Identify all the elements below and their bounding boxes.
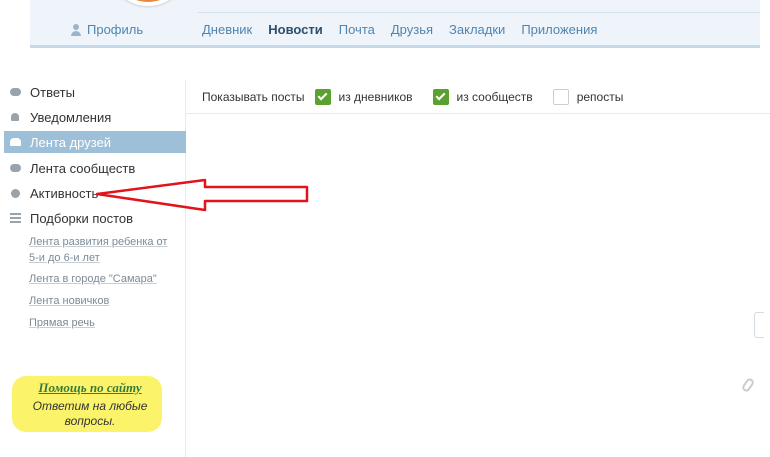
filter-option-label: из сообществ (456, 89, 533, 104)
sublink-newcomers-feed[interactable]: Лента новичков (29, 293, 109, 309)
sidebar-item-post-collections[interactable]: Подборки постов (4, 207, 186, 229)
sidebar-item-label: Лента друзей (30, 134, 112, 150)
list-icon (9, 213, 21, 223)
sidebar-item-answers[interactable]: Ответы (4, 81, 186, 103)
sublink-direct-speech[interactable]: Прямая речь (29, 315, 95, 331)
side-panel-handle[interactable] (754, 312, 764, 338)
sublink-samara-feed[interactable]: Лента в городе "Самара" (29, 271, 157, 287)
profile-label: Профиль (87, 22, 144, 37)
avatar[interactable] (108, 0, 188, 6)
filter-communities-checkbox[interactable]: из сообществ (432, 88, 533, 105)
tab-mail[interactable]: Почта (339, 22, 375, 37)
filter-option-label: из дневников (338, 89, 413, 104)
profile-link[interactable]: Профиль (70, 22, 143, 37)
header-divider (198, 12, 760, 13)
checkbox-checked-icon[interactable] (432, 88, 449, 105)
help-title[interactable]: Помощь по сайту (20, 380, 160, 396)
tab-apps[interactable]: Приложения (521, 22, 597, 37)
filter-option-label: репосты (576, 89, 624, 104)
sidebar-item-label: Активность (30, 185, 99, 201)
sidebar-item-label: Лента сообществ (30, 160, 136, 176)
tab-news[interactable]: Новости (268, 22, 323, 37)
tab-diary[interactable]: Дневник (202, 22, 252, 37)
sublink-child-development-feed[interactable]: Лента развития ребенка от 5-и до 6-и лет (29, 234, 179, 266)
sidebar-item-activity[interactable]: Активность (4, 182, 186, 204)
filter-diaries-checkbox[interactable]: из дневников (314, 88, 413, 105)
tab-friends[interactable]: Друзья (391, 22, 433, 37)
speech-bubble-icon (9, 162, 21, 174)
checkbox-unchecked-icon[interactable] (552, 88, 569, 105)
sidebar-item-label: Уведомления (30, 109, 112, 125)
sidebar-item-notifications[interactable]: Уведомления (4, 106, 186, 128)
help-text: Ответим на любые вопросы. (32, 399, 148, 428)
top-header: Профиль Дневник Новости Почта Друзья Зак… (30, 0, 760, 48)
sidebar-item-friends-feed[interactable]: Лента друзей (4, 131, 186, 153)
paperclip-icon[interactable] (740, 376, 756, 394)
filter-label: Показывать посты (202, 89, 305, 104)
dot-icon (9, 187, 21, 199)
people-icon (9, 136, 21, 148)
bell-icon (9, 111, 21, 123)
post-filter-bar: Показывать посты из дневников из сообщес… (186, 80, 770, 114)
top-nav: Дневник Новости Почта Друзья Закладки Пр… (202, 22, 613, 37)
sidebar-item-label: Ответы (30, 84, 75, 100)
speech-bubble-icon (9, 86, 21, 98)
sidebar-item-communities-feed[interactable]: Лента сообществ (4, 157, 186, 179)
checkbox-checked-icon[interactable] (314, 88, 331, 105)
tab-bookmarks[interactable]: Закладки (449, 22, 505, 37)
user-icon (70, 23, 82, 36)
sidebar-item-label: Подборки постов (30, 210, 134, 226)
help-block: Помощь по сайту Ответим на любые вопросы… (12, 376, 162, 432)
filter-reposts-checkbox[interactable]: репосты (552, 88, 624, 105)
